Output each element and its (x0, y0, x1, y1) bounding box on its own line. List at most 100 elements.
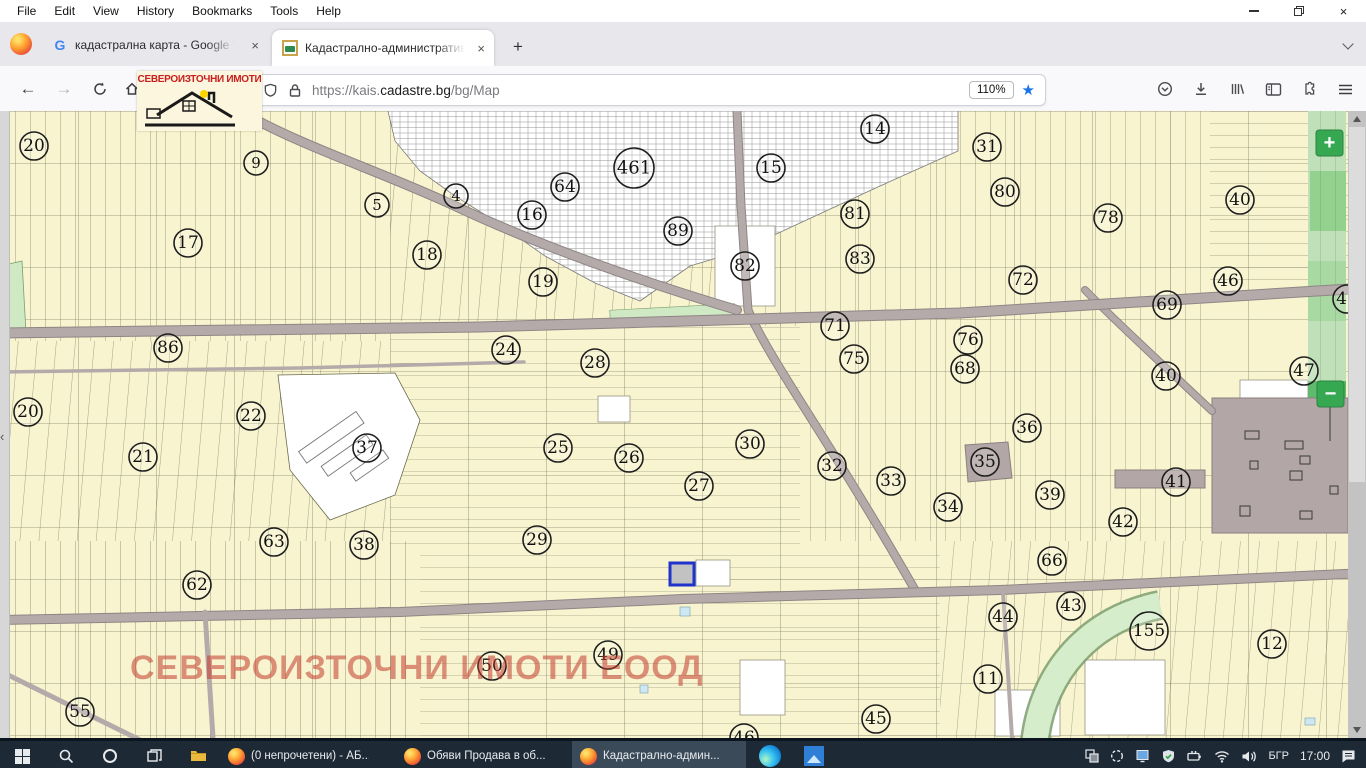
region-marker-75[interactable]: 75 (840, 345, 868, 373)
page-zoom-indicator[interactable]: 110% (969, 81, 1014, 99)
region-marker-4[interactable]: 4 (444, 184, 468, 208)
url-bar[interactable]: https://kais.cadastre.bg/bg/Map 110% ★ (252, 74, 1046, 106)
region-marker-30[interactable]: 30 (736, 430, 764, 458)
cadastral-map[interactable]: 2091754186416461198982151481833180784072… (0, 111, 1366, 738)
region-marker-40[interactable]: 40 (1152, 362, 1180, 390)
menu-tools[interactable]: Tools (261, 4, 307, 18)
menu-view[interactable]: View (84, 4, 128, 18)
region-marker-19[interactable]: 19 (529, 268, 557, 296)
menu-help[interactable]: Help (307, 4, 350, 18)
scroll-up-arrow-icon[interactable] (1353, 116, 1361, 122)
region-marker-69[interactable]: 69 (1153, 291, 1181, 319)
tray-language-indicator[interactable]: БГР (1268, 750, 1289, 762)
collapsed-panel-strip[interactable]: ‹ (0, 111, 10, 738)
region-marker-26[interactable]: 26 (615, 444, 643, 472)
region-marker-45[interactable]: 45 (862, 705, 890, 733)
library-button[interactable] (1224, 76, 1250, 102)
vertical-scrollbar[interactable] (1348, 111, 1366, 738)
region-marker-31[interactable]: 31 (973, 133, 1001, 161)
extensions-puzzle-button[interactable] (1296, 76, 1322, 102)
action-center-icon[interactable] (1341, 749, 1356, 763)
region-marker-46[interactable]: 46 (1214, 267, 1242, 295)
region-marker-22[interactable]: 22 (237, 402, 265, 430)
tray-power-plug-icon[interactable] (1187, 750, 1203, 763)
region-marker-20[interactable]: 20 (20, 132, 48, 160)
menu-file[interactable]: File (8, 4, 45, 18)
region-marker-83[interactable]: 83 (846, 245, 874, 273)
menu-edit[interactable]: Edit (45, 4, 84, 18)
region-marker-64[interactable]: 64 (551, 173, 579, 201)
region-marker-68[interactable]: 68 (951, 355, 979, 383)
forward-button[interactable]: → (50, 75, 78, 103)
region-marker-5[interactable]: 5 (365, 193, 389, 217)
pocket-button[interactable] (1152, 76, 1178, 102)
region-marker-66[interactable]: 66 (1038, 547, 1066, 575)
region-marker-42[interactable]: 42 (1109, 508, 1137, 536)
lock-icon[interactable] (288, 83, 302, 98)
menu-history[interactable]: History (128, 4, 183, 18)
scrollbar-thumb[interactable] (1349, 127, 1365, 482)
region-marker-14[interactable]: 14 (861, 115, 889, 143)
tray-volume-icon[interactable] (1241, 750, 1257, 763)
region-marker-39[interactable]: 39 (1036, 481, 1064, 509)
region-marker-20[interactable]: 20 (14, 398, 42, 426)
region-marker-17[interactable]: 17 (174, 229, 202, 257)
region-marker-81[interactable]: 81 (841, 200, 869, 228)
app-menu-hamburger-button[interactable] (1332, 76, 1358, 102)
menu-bookmarks[interactable]: Bookmarks (183, 4, 261, 18)
new-tab-button[interactable]: + (506, 36, 530, 60)
region-marker-55[interactable]: 55 (66, 698, 94, 726)
region-marker-62[interactable]: 62 (183, 571, 211, 599)
taskbar-search-button[interactable] (44, 741, 88, 768)
tray-wifi-icon[interactable] (1214, 750, 1230, 763)
edge-taskbar-icon[interactable] (748, 741, 792, 768)
start-button[interactable] (0, 741, 44, 768)
firefox-icon[interactable] (10, 33, 32, 55)
region-marker-155[interactable]: 155 (1130, 612, 1168, 650)
region-marker-35[interactable]: 35 (971, 448, 999, 476)
region-marker-37[interactable]: 37 (353, 434, 381, 462)
region-marker-12[interactable]: 12 (1258, 630, 1286, 658)
tab-close-icon[interactable]: × (477, 41, 485, 56)
bookmark-star-icon[interactable]: ★ (1022, 83, 1035, 98)
minimize-button[interactable] (1231, 0, 1276, 22)
region-marker-47[interactable]: 47 (1290, 357, 1318, 385)
region-marker-11[interactable]: 11 (974, 665, 1002, 693)
region-marker-86[interactable]: 86 (154, 334, 182, 362)
taskbar-window-0[interactable]: (0 непрочетени) - АБ... (220, 741, 394, 768)
region-marker-18[interactable]: 18 (413, 241, 441, 269)
downloads-button[interactable] (1188, 76, 1214, 102)
reload-button[interactable] (86, 75, 114, 103)
region-marker-16[interactable]: 16 (518, 201, 546, 229)
tab-kais-cadastre[interactable]: Кадастрално-административн × (272, 30, 494, 66)
task-view-button[interactable] (132, 741, 176, 768)
back-button[interactable]: ← (14, 75, 42, 103)
tray-display-icon[interactable] (1135, 749, 1150, 763)
tray-clock[interactable]: 17:00 (1300, 749, 1330, 763)
region-marker-9[interactable]: 9 (244, 151, 268, 175)
tracking-shield-icon[interactable] (263, 83, 278, 98)
region-marker-82[interactable]: 82 (731, 252, 759, 280)
taskbar-window-2[interactable]: Кадастрално-админ... (572, 741, 746, 768)
region-marker-72[interactable]: 72 (1009, 266, 1037, 294)
tray-app-windows-icon[interactable] (1085, 749, 1099, 763)
scroll-down-arrow-icon[interactable] (1353, 727, 1361, 733)
region-marker-71[interactable]: 71 (821, 312, 849, 340)
region-marker-21[interactable]: 21 (129, 443, 157, 471)
region-marker-461[interactable]: 461 (614, 148, 654, 188)
file-explorer-button[interactable] (176, 741, 220, 768)
region-marker-28[interactable]: 28 (581, 349, 609, 377)
map-zoom-in-button[interactable]: + (1316, 130, 1343, 156)
region-marker-89[interactable]: 89 (664, 217, 692, 245)
list-all-tabs-chevron-icon[interactable] (1344, 40, 1354, 50)
tray-sync-icon[interactable] (1110, 749, 1124, 763)
sidebar-button[interactable] (1260, 76, 1286, 102)
region-marker-36[interactable]: 36 (1013, 414, 1041, 442)
region-marker-41[interactable]: 41 (1162, 468, 1190, 496)
taskbar-window-1[interactable]: Обяви Продава в об... (396, 741, 570, 768)
region-marker-40[interactable]: 40 (1226, 186, 1254, 214)
tray-defender-shield-icon[interactable] (1161, 749, 1176, 764)
restore-button[interactable] (1276, 0, 1321, 22)
region-marker-32[interactable]: 32 (818, 452, 846, 480)
photos-app-icon[interactable] (792, 741, 836, 768)
